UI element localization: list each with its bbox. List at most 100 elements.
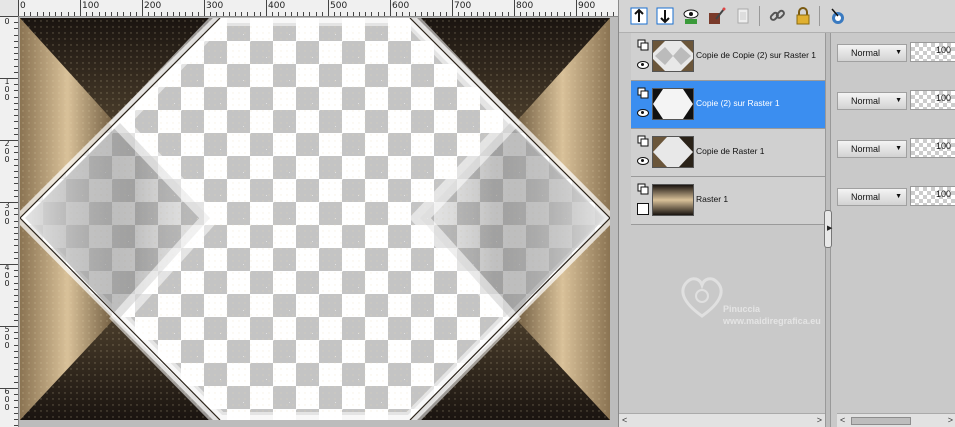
ruler-tick — [14, 332, 18, 334]
blend-panel-scrollbar[interactable]: < > — [837, 413, 955, 427]
ruler-tick — [14, 233, 18, 234]
ruler-tick — [259, 12, 261, 16]
scroll-left-icon[interactable]: < — [840, 415, 845, 425]
layer-name: Copie de Copie (2) sur Raster 1 — [696, 50, 817, 60]
ruler-tick — [30, 12, 32, 16]
layer-row[interactable]: Copie de Copie (2) sur Raster 1 — [631, 33, 829, 81]
ruler-tick — [383, 12, 385, 16]
blend-mode-select[interactable]: Normal ▼ — [837, 140, 907, 158]
blend-mode-select[interactable]: Normal ▼ — [837, 188, 907, 206]
ruler-tick — [204, 0, 205, 16]
scrollbar-thumb[interactable] — [851, 417, 911, 425]
ruler-tick — [247, 12, 249, 16]
ruler-tick — [414, 12, 416, 16]
link-icon[interactable] — [767, 6, 787, 26]
blend-mode-select[interactable]: Normal ▼ — [837, 44, 907, 62]
ruler-tick — [272, 12, 274, 16]
layer-row[interactable]: Raster 1 — [631, 177, 829, 225]
demote-layer-icon[interactable] — [655, 6, 675, 26]
ruler-tick — [14, 121, 18, 123]
ruler-tick — [346, 12, 348, 16]
ruler-label: 0 — [20, 1, 26, 11]
edit-mask-icon[interactable] — [707, 6, 727, 26]
ruler-tick — [495, 12, 497, 16]
layers-palette: Copie de Copie (2) sur Raster 1 Copie (2… — [618, 0, 955, 427]
visibility-checkbox-icon[interactable] — [636, 203, 649, 215]
lock-icon[interactable] — [793, 6, 813, 26]
group-icon[interactable] — [827, 6, 847, 26]
ruler-tick — [222, 12, 224, 16]
ruler-tick — [14, 412, 18, 414]
ruler-tick — [14, 102, 18, 104]
ruler-tick — [14, 28, 18, 30]
ruler-tick — [0, 140, 18, 141]
ruler-tick — [117, 12, 119, 16]
ruler-tick — [61, 12, 63, 16]
ruler-tick — [14, 71, 18, 73]
opacity-field[interactable]: 100 — [910, 90, 955, 110]
ruler-tick — [458, 12, 460, 16]
ruler-tick — [483, 12, 484, 16]
layer-thumbnail — [652, 88, 694, 120]
layer-list-scrollbar[interactable]: < > — [619, 413, 825, 427]
layer-type-icon — [636, 87, 649, 99]
ruler-tick — [160, 12, 162, 16]
eye-icon[interactable] — [636, 59, 649, 71]
eye-icon[interactable] — [636, 107, 649, 119]
scroll-right-icon[interactable]: > — [948, 415, 953, 425]
ruler-tick — [408, 12, 410, 16]
ruler-tick — [501, 12, 503, 16]
ruler-tick — [328, 0, 329, 16]
delete-layer-icon[interactable] — [733, 6, 753, 26]
toolbar-separator — [819, 6, 820, 26]
ruler-tick — [532, 12, 534, 16]
ruler-tick — [594, 12, 596, 16]
ruler-tick — [600, 12, 602, 16]
layer-thumbnail — [652, 40, 694, 72]
ruler-label: 400 — [268, 1, 286, 11]
eye-icon[interactable] — [636, 155, 649, 167]
ruler-tick — [0, 16, 18, 17]
ruler-label: 200 — [144, 1, 162, 11]
opacity-field[interactable]: 100 — [910, 42, 955, 62]
ruler-tick — [0, 202, 18, 203]
ruler-tick — [489, 12, 491, 16]
ruler-label: 300 — [4, 201, 10, 226]
ruler-tick — [14, 369, 18, 371]
ruler-label: 100 — [82, 1, 100, 11]
canvas-workspace[interactable]: 0 100 200 300 400 500 600 700 800 900 0 … — [0, 0, 618, 427]
scroll-right-icon[interactable]: > — [817, 415, 822, 425]
promote-layer-icon[interactable] — [629, 6, 649, 26]
ruler-tick — [14, 400, 18, 402]
ruler-tick — [607, 12, 608, 16]
scroll-left-icon[interactable]: < — [622, 415, 627, 425]
ruler-tick — [14, 301, 18, 303]
opacity-field[interactable]: 100 — [910, 138, 955, 158]
layer-row[interactable]: Copie de Raster 1 — [631, 129, 829, 177]
ruler-tick — [14, 152, 18, 154]
ruler-tick — [439, 12, 441, 16]
visibility-toggle-icon[interactable] — [681, 6, 701, 26]
ruler-tick — [0, 326, 18, 327]
ruler-tick — [14, 183, 18, 185]
ruler-tick — [588, 12, 590, 16]
ruler-tick — [14, 195, 18, 197]
ruler-corner — [0, 0, 19, 17]
ruler-label: 900 — [578, 1, 596, 11]
ruler-tick — [334, 12, 336, 16]
opacity-field[interactable]: 100 — [910, 186, 955, 206]
ruler-tick — [290, 12, 292, 16]
vertical-ruler: 0 100 200 300 400 500 600 — [0, 16, 19, 427]
ruler-tick — [14, 288, 18, 290]
ruler-tick — [14, 189, 18, 191]
blend-mode-select[interactable]: Normal ▼ — [837, 92, 907, 110]
ruler-label: 0 — [4, 17, 10, 26]
ruler-tick — [67, 12, 69, 16]
layer-row-selected[interactable]: Copie (2) sur Raster 1 — [631, 81, 829, 129]
ruler-tick — [359, 12, 360, 16]
ruler-tick — [315, 12, 317, 16]
dropdown-arrow-icon: ▼ — [895, 97, 902, 104]
chevron-right-icon[interactable]: ▶ — [827, 224, 832, 232]
ruler-tick — [613, 12, 615, 16]
image-document[interactable] — [20, 18, 610, 420]
